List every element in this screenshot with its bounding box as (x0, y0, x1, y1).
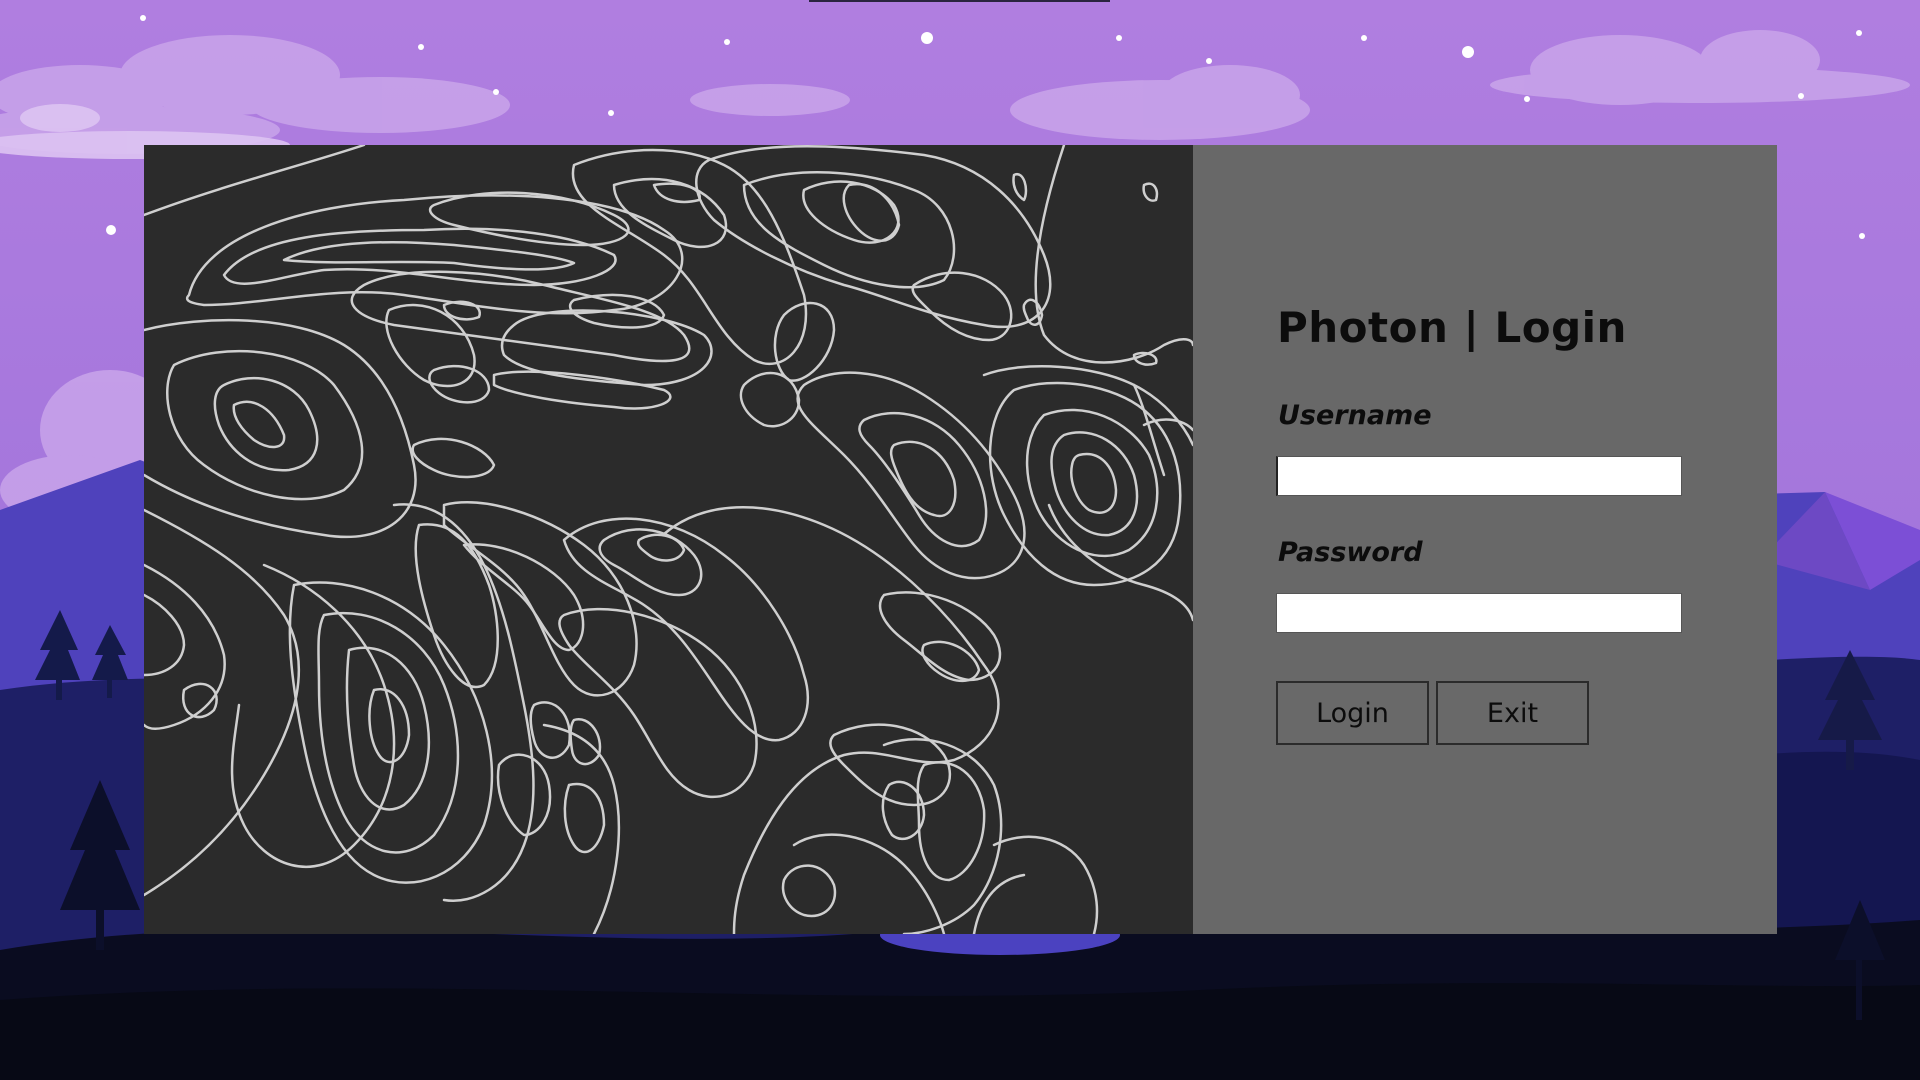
login-form-panel: Photon | Login Username Password Login E… (1193, 145, 1777, 934)
topographic-contour-icon (144, 145, 1193, 934)
page-title: Photon | Login (1277, 303, 1627, 352)
exit-button[interactable]: Exit (1436, 681, 1589, 745)
username-field[interactable] (1276, 456, 1682, 496)
login-card: Photon | Login Username Password Login E… (144, 145, 1777, 934)
login-button[interactable]: Login (1276, 681, 1429, 745)
top-edge-line (809, 0, 1110, 2)
art-panel (144, 145, 1193, 934)
password-field[interactable] (1276, 593, 1682, 633)
password-label: Password (1278, 537, 1423, 568)
username-label: Username (1278, 400, 1432, 431)
login-screen: Photon | Login Username Password Login E… (0, 0, 1920, 1080)
